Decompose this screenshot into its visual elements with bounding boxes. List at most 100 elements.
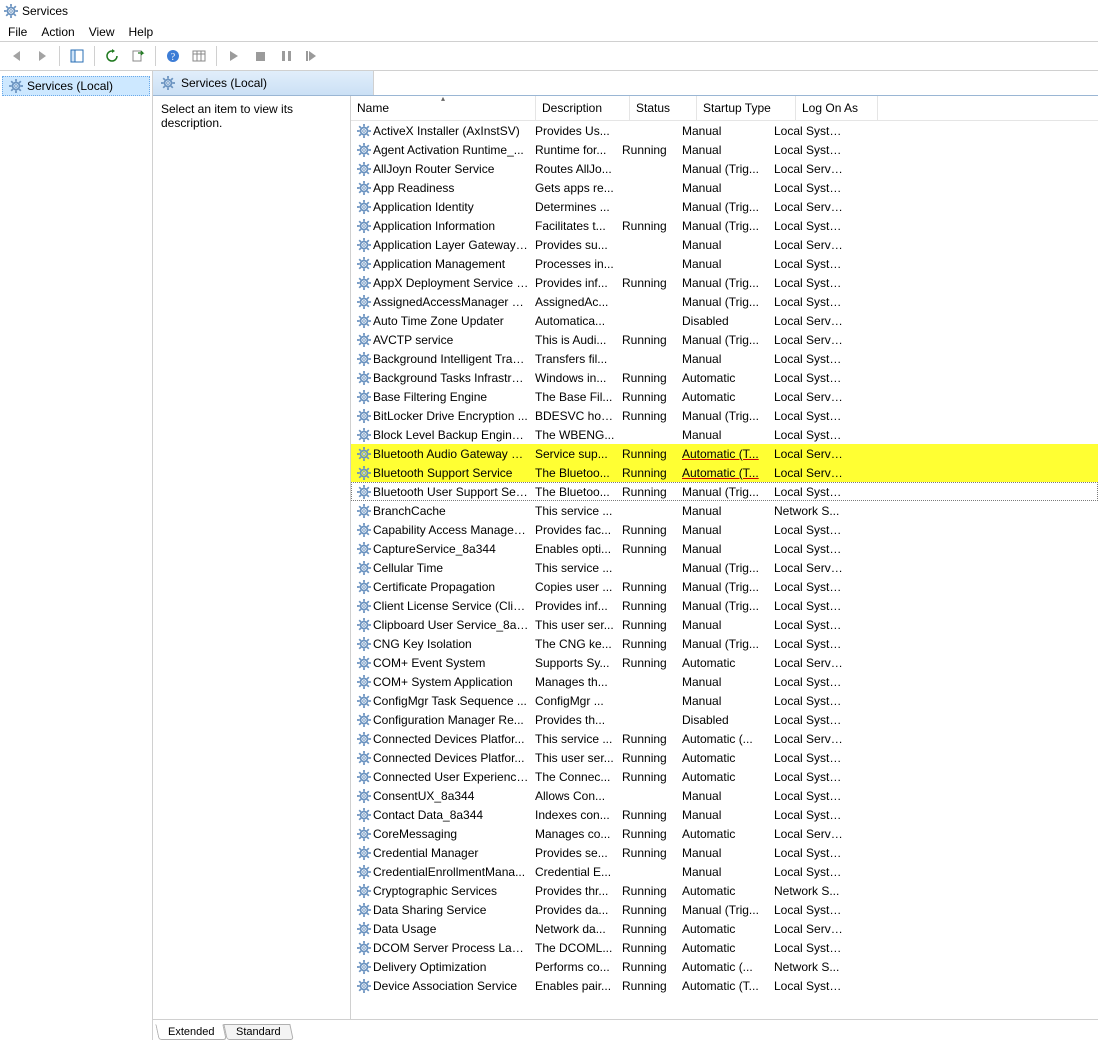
- service-row[interactable]: Cryptographic ServicesProvides thr...Run…: [351, 881, 1098, 900]
- help-button[interactable]: ?: [161, 44, 185, 68]
- service-row[interactable]: Data Sharing ServiceProvides da...Runnin…: [351, 900, 1098, 919]
- service-row[interactable]: AppX Deployment Service (...Provides inf…: [351, 273, 1098, 292]
- service-row[interactable]: ConfigMgr Task Sequence ...ConfigMgr ...…: [351, 691, 1098, 710]
- service-name: AssignedAccessManager Se...: [373, 295, 529, 309]
- restart-service-button[interactable]: [300, 44, 324, 68]
- pause-service-button[interactable]: [274, 44, 298, 68]
- service-row[interactable]: Background Tasks Infrastruc...Windows in…: [351, 368, 1098, 387]
- arrow-right-icon: [39, 51, 46, 61]
- tab-standard[interactable]: Standard: [224, 1024, 294, 1040]
- menu-view[interactable]: View: [89, 25, 115, 39]
- service-row[interactable]: CaptureService_8a344Enables opti...Runni…: [351, 539, 1098, 558]
- column-header-status[interactable]: Status: [630, 96, 697, 120]
- column-header-logon[interactable]: Log On As: [796, 96, 878, 120]
- service-row[interactable]: Capability Access Manager ...Provides fa…: [351, 520, 1098, 539]
- menu-file[interactable]: File: [8, 25, 27, 39]
- service-row[interactable]: Connected Devices Platfor...This user se…: [351, 748, 1098, 767]
- service-row[interactable]: BitLocker Drive Encryption ...BDESVC hos…: [351, 406, 1098, 425]
- service-row[interactable]: Configuration Manager Re...Provides th..…: [351, 710, 1098, 729]
- pause-icon: [282, 51, 291, 61]
- service-row[interactable]: Contact Data_8a344Indexes con...RunningM…: [351, 805, 1098, 824]
- service-row[interactable]: Delivery OptimizationPerforms co...Runni…: [351, 957, 1098, 976]
- start-service-button[interactable]: [222, 44, 246, 68]
- pane-header: Services (Local): [153, 71, 1098, 96]
- service-name: Bluetooth Support Service: [373, 466, 529, 480]
- service-row[interactable]: Application IdentityDetermines ...Manual…: [351, 197, 1098, 216]
- service-logon-as: Local Syste...: [768, 143, 843, 157]
- service-logon-as: Local Syste...: [768, 409, 843, 423]
- stop-service-button[interactable]: [248, 44, 272, 68]
- tab-extended[interactable]: Extended: [155, 1024, 227, 1040]
- service-row[interactable]: Clipboard User Service_8a344This user se…: [351, 615, 1098, 634]
- service-row[interactable]: ActiveX Installer (AxInstSV)Provides Us.…: [351, 121, 1098, 140]
- columns-button[interactable]: [187, 44, 211, 68]
- service-row[interactable]: Bluetooth Audio Gateway S...Service sup.…: [351, 444, 1098, 463]
- toolbar-separator: [94, 46, 95, 66]
- nav-forward-button[interactable]: [30, 44, 54, 68]
- services-list[interactable]: Name▴ Description Status Startup Type Lo…: [351, 96, 1098, 1019]
- service-row[interactable]: BranchCacheThis service ...ManualNetwork…: [351, 501, 1098, 520]
- gear-icon: [357, 789, 371, 803]
- nav-back-button[interactable]: [4, 44, 28, 68]
- service-row[interactable]: Auto Time Zone UpdaterAutomatica...Disab…: [351, 311, 1098, 330]
- service-row[interactable]: Data UsageNetwork da...RunningAutomaticL…: [351, 919, 1098, 938]
- service-row[interactable]: Bluetooth Support ServiceThe Bluetoo...R…: [351, 463, 1098, 482]
- service-row[interactable]: ConsentUX_8a344Allows Con...ManualLocal …: [351, 786, 1098, 805]
- service-logon-as: Local Service: [768, 732, 843, 746]
- gear-icon: [357, 808, 371, 822]
- service-row[interactable]: AVCTP serviceThis is Audi...RunningManua…: [351, 330, 1098, 349]
- service-name: CoreMessaging: [373, 827, 529, 841]
- service-row[interactable]: Background Intelligent Tran...Transfers …: [351, 349, 1098, 368]
- service-row[interactable]: Bluetooth User Support Ser...The Bluetoo…: [351, 482, 1098, 501]
- service-row[interactable]: CredentialEnrollmentMana...Credential E.…: [351, 862, 1098, 881]
- service-status: Running: [616, 371, 676, 385]
- menu-help[interactable]: Help: [129, 25, 154, 39]
- service-row[interactable]: Device Association ServiceEnables pair..…: [351, 976, 1098, 995]
- menu-action[interactable]: Action: [41, 25, 74, 39]
- export-icon: [131, 49, 145, 63]
- service-status: Running: [616, 542, 676, 556]
- service-logon-as: Local Service: [768, 922, 843, 936]
- service-row[interactable]: COM+ System ApplicationManages th...Manu…: [351, 672, 1098, 691]
- service-row[interactable]: Application InformationFacilitates t...R…: [351, 216, 1098, 235]
- service-row[interactable]: CoreMessagingManages co...RunningAutomat…: [351, 824, 1098, 843]
- tree-node-services-local[interactable]: Services (Local): [2, 76, 150, 96]
- service-row[interactable]: Base Filtering EngineThe Base Fil...Runn…: [351, 387, 1098, 406]
- service-row[interactable]: CNG Key IsolationThe CNG ke...RunningMan…: [351, 634, 1098, 653]
- gear-icon: [357, 903, 371, 917]
- service-row[interactable]: Certificate PropagationCopies user ...Ru…: [351, 577, 1098, 596]
- service-row[interactable]: Connected Devices Platfor...This service…: [351, 729, 1098, 748]
- service-row[interactable]: Application ManagementProcesses in...Man…: [351, 254, 1098, 273]
- service-name: Background Intelligent Tran...: [373, 352, 529, 366]
- column-header-description[interactable]: Description: [536, 96, 630, 120]
- service-row[interactable]: Cellular TimeThis service ...Manual (Tri…: [351, 558, 1098, 577]
- service-row[interactable]: Credential ManagerProvides se...RunningM…: [351, 843, 1098, 862]
- export-list-button[interactable]: [126, 44, 150, 68]
- column-header-startup[interactable]: Startup Type: [697, 96, 796, 120]
- service-startup-type: Automatic: [676, 656, 768, 670]
- service-name: Data Usage: [373, 922, 529, 936]
- service-row[interactable]: AssignedAccessManager Se...AssignedAc...…: [351, 292, 1098, 311]
- service-row[interactable]: DCOM Server Process Laun...The DCOML...R…: [351, 938, 1098, 957]
- service-logon-as: Local Syste...: [768, 428, 843, 442]
- service-logon-as: Local Syste...: [768, 276, 843, 290]
- gear-icon: [161, 76, 175, 90]
- service-name: Application Management: [373, 257, 529, 271]
- service-startup-type: Automatic (...: [676, 732, 768, 746]
- refresh-button[interactable]: [100, 44, 124, 68]
- service-startup-type: Disabled: [676, 314, 768, 328]
- service-row[interactable]: Client License Service (ClipS...Provides…: [351, 596, 1098, 615]
- service-name: Connected User Experience...: [373, 770, 529, 784]
- service-row[interactable]: Agent Activation Runtime_...Runtime for.…: [351, 140, 1098, 159]
- service-row[interactable]: Block Level Backup Engine ...The WBENG..…: [351, 425, 1098, 444]
- service-row[interactable]: AllJoyn Router ServiceRoutes AllJo...Man…: [351, 159, 1098, 178]
- service-status: Running: [616, 447, 676, 461]
- service-row[interactable]: Connected User Experience...The Connec..…: [351, 767, 1098, 786]
- gear-icon: [357, 675, 371, 689]
- service-row[interactable]: App ReadinessGets apps re...ManualLocal …: [351, 178, 1098, 197]
- show-hide-tree-button[interactable]: [65, 44, 89, 68]
- service-row[interactable]: COM+ Event SystemSupports Sy...RunningAu…: [351, 653, 1098, 672]
- service-row[interactable]: Application Layer Gateway ...Provides su…: [351, 235, 1098, 254]
- service-status: Running: [616, 808, 676, 822]
- column-header-name[interactable]: Name▴: [351, 96, 536, 120]
